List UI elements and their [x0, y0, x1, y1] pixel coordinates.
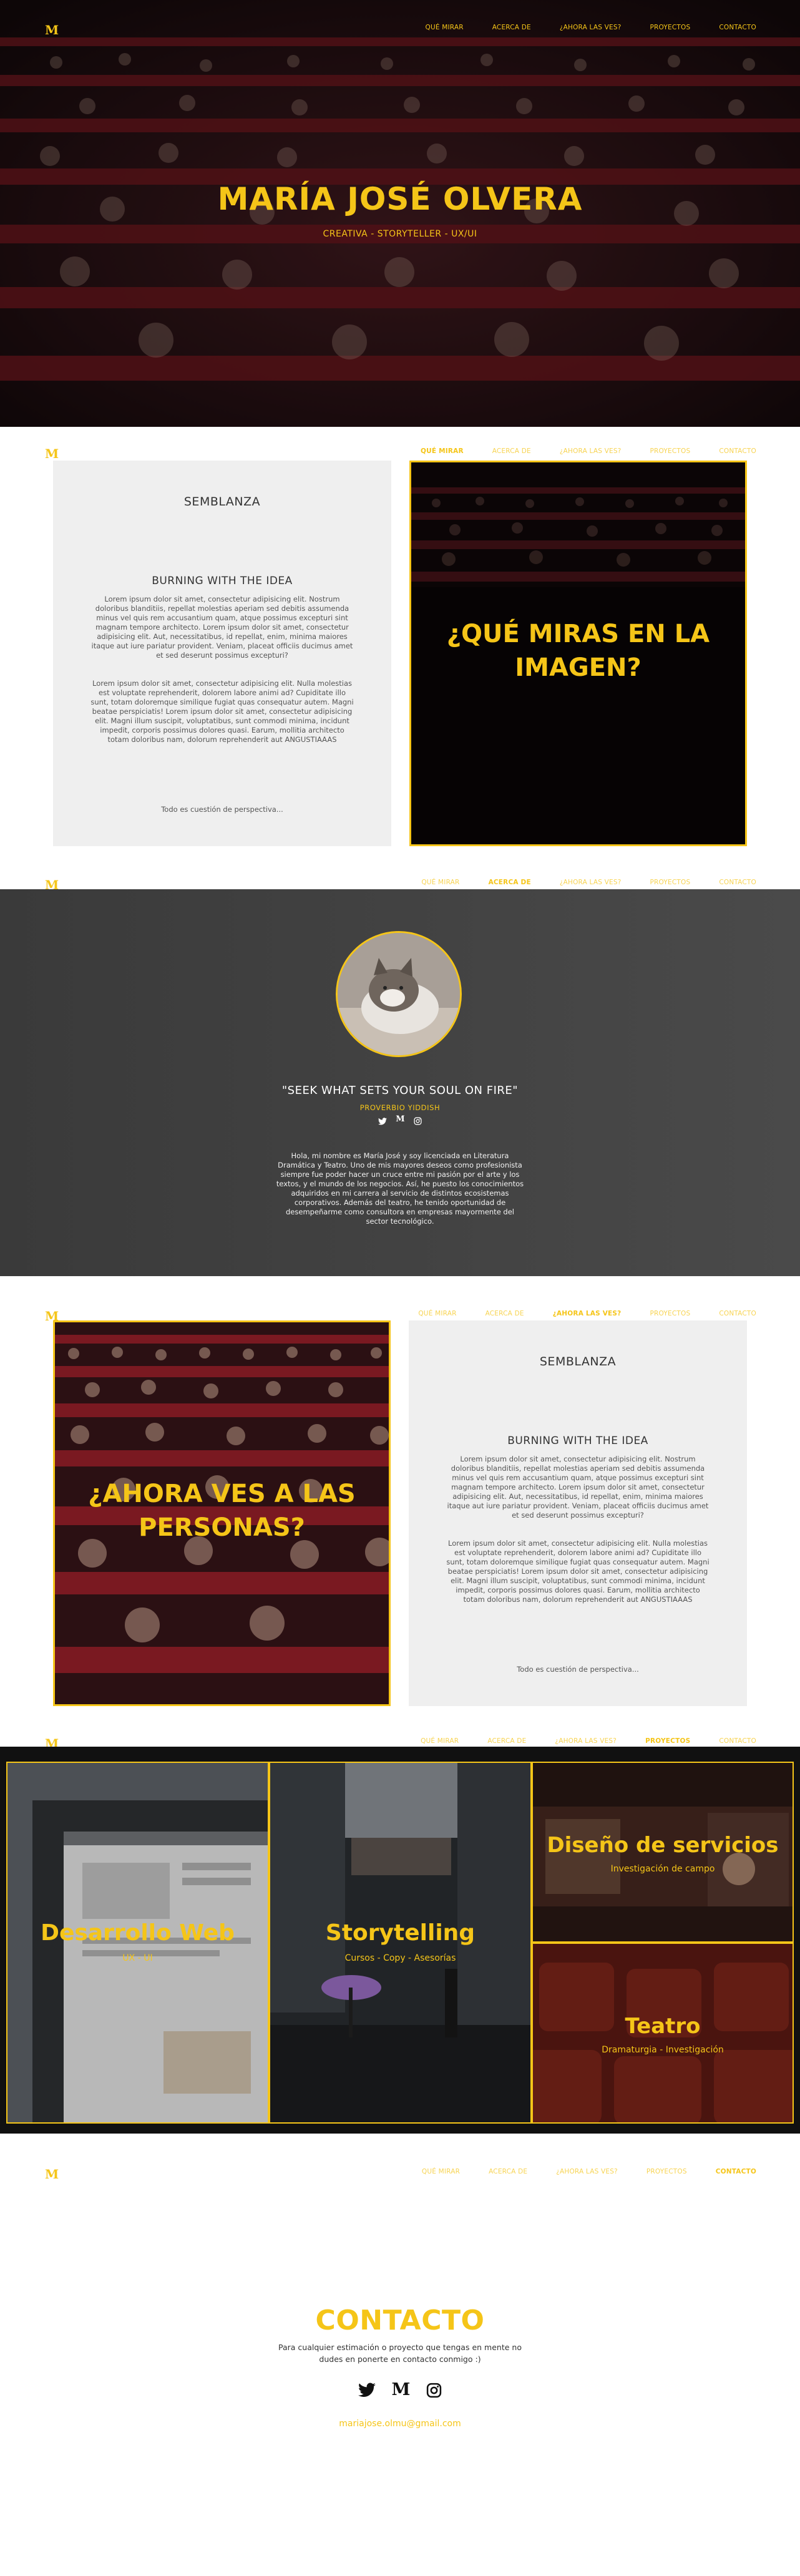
nav-item-ahora-las-ves[interactable]: ¿AHORA LAS VES? — [560, 24, 622, 31]
card-paragraph: Lorem ipsum dolor sit amet, consectetur … — [91, 595, 353, 660]
card-title: SEMBLANZA — [539, 1355, 617, 1368]
projects-section: Desarrollo Web UX - UI Storytelling Curs… — [0, 1747, 800, 2134]
bio-text: Hola, mi nombre es María José y soy lice… — [276, 1151, 524, 1226]
hero-section: MARÍA JOSÉ OLVERA CREATIVA - STORYTELLER… — [0, 0, 800, 427]
nav-item-ahora-las-ves[interactable]: ¿AHORA LAS VES? — [555, 1737, 617, 1745]
nav-item-contacto[interactable]: CONTACTO — [719, 24, 756, 31]
medium-icon[interactable]: M — [392, 2381, 411, 2401]
nav-item-que-mirar[interactable]: QUÉ MIRAR — [426, 24, 464, 31]
nav-item-acerca-de[interactable]: ACERCA DE — [489, 879, 531, 886]
nav-item-proyectos[interactable]: PROYECTOS — [650, 1310, 690, 1317]
project-title: Teatro — [625, 2014, 701, 2039]
nav-menu: QUÉ MIRAR ACERCA DE ¿AHORA LAS VES? PROY… — [421, 447, 756, 455]
nav-item-ahora-las-ves[interactable]: ¿AHORA LAS VES? — [560, 447, 622, 455]
nav-item-contacto[interactable]: CONTACTO — [716, 2168, 756, 2175]
nav-item-que-mirar[interactable]: QUÉ MIRAR — [421, 447, 464, 455]
nav-menu: QUÉ MIRAR ACERCA DE ¿AHORA LAS VES? PROY… — [421, 879, 756, 886]
avatar — [336, 931, 462, 1057]
project-tile-teatro[interactable]: Teatro Dramaturgia - Investigación — [532, 1943, 794, 2124]
project-subtitle: Cursos - Copy - Asesorías — [344, 1953, 456, 1963]
project-tile-diseno[interactable]: Diseño de servicios Investigación de cam… — [532, 1762, 794, 1943]
project-subtitle: Investigación de campo — [610, 1864, 715, 1874]
nav-item-ahora-las-ves[interactable]: ¿AHORA LAS VES? — [556, 2168, 618, 2175]
logo[interactable]: M — [45, 446, 59, 461]
project-title: Desarrollo Web — [41, 1920, 235, 1946]
semblanza-card: SEMBLANZA BURNING WITH THE IDEA Lorem ip… — [409, 1320, 747, 1706]
nav-item-que-mirar[interactable]: QUÉ MIRAR — [421, 879, 459, 886]
nav-item-proyectos[interactable]: PROYECTOS — [645, 1737, 690, 1745]
card-subtitle: BURNING WITH THE IDEA — [152, 575, 293, 587]
instagram-icon[interactable] — [426, 2383, 442, 2401]
project-title: Storytelling — [325, 1920, 476, 1946]
project-subtitle: UX - UI — [122, 1953, 153, 1963]
nav-menu: QUÉ MIRAR ACERCA DE ¿AHORA LAS VES? PROY… — [422, 2168, 756, 2175]
nav-item-acerca-de[interactable]: ACERCA DE — [492, 447, 531, 455]
social-links: M — [0, 1115, 800, 1128]
logo[interactable]: M — [45, 22, 59, 37]
nav-item-ahora-las-ves[interactable]: ¿AHORA LAS VES? — [553, 1310, 622, 1317]
card-title: SEMBLANZA — [183, 495, 261, 509]
semblanza-card: SEMBLANZA BURNING WITH THE IDEA Lorem ip… — [53, 461, 391, 846]
project-tile-web[interactable]: Desarrollo Web UX - UI — [6, 1762, 269, 2124]
cat-photo — [338, 933, 460, 1055]
nav-item-contacto[interactable]: CONTACTO — [719, 1310, 756, 1317]
card-paragraph: Lorem ipsum dolor sit amet, consectetur … — [446, 1539, 710, 1604]
nav-item-contacto[interactable]: CONTACTO — [719, 447, 756, 455]
project-tile-storytelling[interactable]: Storytelling Cursos - Copy - Asesorías — [269, 1762, 532, 2124]
project-title: Diseño de servicios — [547, 1833, 779, 1858]
contact-email-link[interactable]: mariajose.olmu@gmail.com — [0, 2419, 800, 2429]
twitter-icon[interactable] — [358, 2383, 376, 2401]
nav-item-proyectos[interactable]: PROYECTOS — [650, 879, 690, 886]
nav-contacto: M QUÉ MIRAR ACERCA DE ¿AHORA LAS VES? PR… — [0, 2160, 800, 2185]
nav-item-acerca-de[interactable]: ACERCA DE — [492, 24, 531, 31]
instagram-icon[interactable] — [414, 1116, 422, 1128]
quote-author: PROVERBIO YIDDISH — [359, 1103, 441, 1112]
nav-item-acerca-de[interactable]: ACERCA DE — [487, 1737, 526, 1745]
nav-item-que-mirar[interactable]: QUÉ MIRAR — [421, 1737, 459, 1745]
logo[interactable]: M — [45, 2167, 59, 2182]
nav-item-ahora-las-ves[interactable]: ¿AHORA LAS VES? — [560, 879, 622, 886]
nav-item-proyectos[interactable]: PROYECTOS — [646, 2168, 687, 2175]
contact-social-links: M — [0, 2381, 800, 2401]
nav-item-que-mirar[interactable]: QUÉ MIRAR — [422, 2168, 460, 2175]
medium-icon[interactable]: M — [396, 1115, 404, 1128]
card-paragraph: Lorem ipsum dolor sit amet, consectetur … — [447, 1455, 709, 1520]
nav-menu: QUÉ MIRAR ACERCA DE ¿AHORA LAS VES? PROY… — [421, 1737, 756, 1745]
nav-item-que-mirar[interactable]: QUÉ MIRAR — [418, 1310, 456, 1317]
quote: "SEEK WHAT SETS YOUR SOUL ON FIRE" — [281, 1084, 519, 1097]
project-subtitle: Dramaturgia - Investigación — [602, 2045, 724, 2055]
nav-menu: QUÉ MIRAR ACERCA DE ¿AHORA LAS VES? PROY… — [418, 1310, 756, 1317]
top-nav: M QUÉ MIRAR ACERCA DE ¿AHORA LAS VES? PR… — [0, 16, 800, 41]
ahora-ves-image: ¿AHORA VES A LAS PERSONAS? — [53, 1320, 391, 1706]
nav-item-contacto[interactable]: CONTACTO — [719, 1737, 756, 1745]
contact-title: CONTACTO — [315, 2305, 485, 2336]
hero-title: MARÍA JOSÉ OLVERA — [217, 181, 583, 217]
card-paragraph: Lorem ipsum dolor sit amet, consectetur … — [90, 679, 354, 744]
nav-item-acerca-de[interactable]: ACERCA DE — [489, 2168, 527, 2175]
que-miras-title: ¿QUÉ MIRAS EN LA IMAGEN? — [446, 620, 710, 682]
about-section: "SEEK WHAT SETS YOUR SOUL ON FIRE" PROVE… — [0, 889, 800, 1276]
nav-item-contacto[interactable]: CONTACTO — [719, 879, 756, 886]
nav-item-proyectos[interactable]: PROYECTOS — [650, 447, 690, 455]
contact-text: Para cualquier estimación o proyecto que… — [278, 2343, 522, 2364]
nav-item-acerca-de[interactable]: ACERCA DE — [485, 1310, 524, 1317]
card-footer: Todo es cuestión de perspectiva... — [161, 805, 283, 814]
twitter-icon[interactable] — [378, 1116, 388, 1128]
ahora-ves-title: ¿AHORA VES A LAS PERSONAS? — [88, 1480, 356, 1542]
nav-menu: QUÉ MIRAR ACERCA DE ¿AHORA LAS VES? PROY… — [426, 24, 757, 31]
que-miras-image: ¿QUÉ MIRAS EN LA IMAGEN? — [409, 461, 747, 846]
nav-item-proyectos[interactable]: PROYECTOS — [650, 24, 690, 31]
hero-subtitle: CREATIVA - STORYTELLER - UX/UI — [323, 229, 477, 239]
card-footer: Todo es cuestión de perspectiva... — [517, 1665, 639, 1674]
card-subtitle: BURNING WITH THE IDEA — [507, 1435, 648, 1447]
